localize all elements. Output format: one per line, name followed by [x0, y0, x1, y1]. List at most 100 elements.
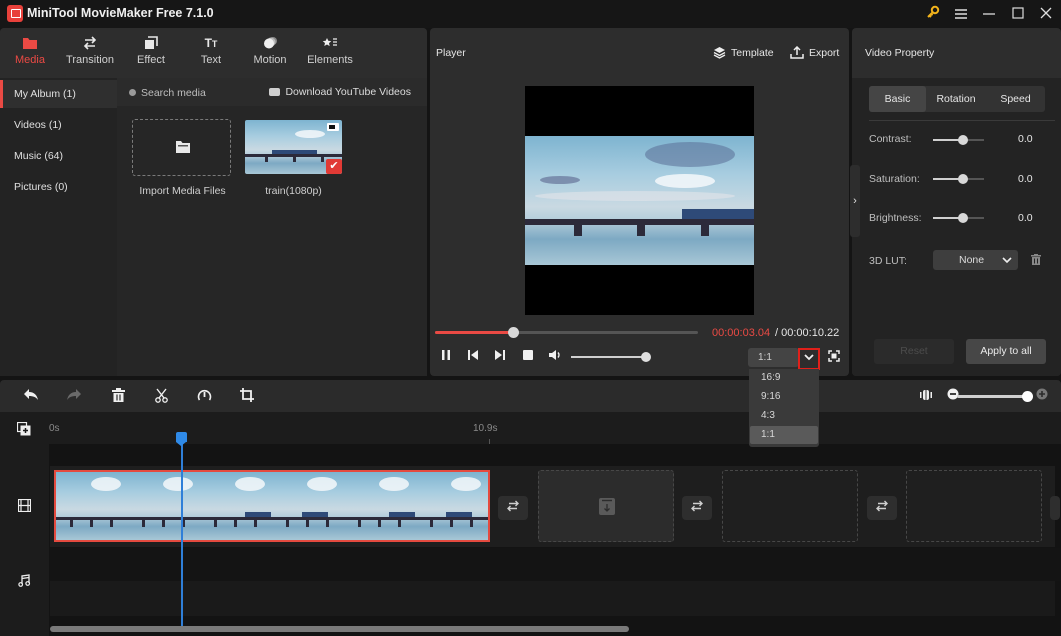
tab-transition[interactable]: Transition: [60, 36, 120, 66]
text-icon: TT: [204, 36, 218, 50]
transition-slot-button[interactable]: [682, 496, 712, 520]
slider-handle[interactable]: [957, 135, 968, 145]
aspect-ratio-dropdown-button[interactable]: [798, 348, 820, 370]
crop-button[interactable]: [239, 388, 255, 404]
video-preview[interactable]: [525, 86, 754, 315]
divider: [869, 120, 1055, 121]
next-frame-button[interactable]: [494, 349, 506, 364]
album-list: My Album (1) Videos (1) Music (64) Pictu…: [0, 78, 117, 376]
empty-media-slot[interactable]: [722, 470, 858, 542]
property-title: Video Property: [865, 47, 935, 59]
key-icon[interactable]: [923, 4, 943, 24]
add-track-button[interactable]: [16, 421, 31, 439]
playhead-line: [181, 436, 183, 628]
playhead-handle[interactable]: [176, 432, 187, 446]
redo-button[interactable]: [66, 388, 82, 404]
slider-handle[interactable]: [957, 213, 968, 223]
import-media-button[interactable]: [132, 119, 231, 176]
app-logo-icon: [7, 5, 23, 22]
lut-select[interactable]: None: [933, 250, 1018, 270]
tab-speed[interactable]: Speed: [986, 86, 1045, 112]
volume-handle[interactable]: [641, 352, 651, 362]
contrast-value: 0.0: [1018, 133, 1033, 145]
preview-frame: [525, 136, 754, 265]
skip-forward-icon: [495, 350, 505, 360]
aspect-option-1-1[interactable]: 1:1: [750, 426, 818, 444]
maximize-icon[interactable]: [1008, 4, 1028, 24]
fullscreen-button[interactable]: [828, 350, 842, 364]
playback-progress-bar[interactable]: [435, 327, 698, 338]
progress-fill: [435, 331, 514, 334]
undo-button[interactable]: [23, 388, 39, 404]
fit-zoom-icon: [920, 390, 932, 400]
aspect-option-4-3[interactable]: 4:3: [750, 407, 818, 425]
stop-button[interactable]: [522, 349, 534, 364]
split-button[interactable]: [153, 388, 169, 404]
template-label: Template: [731, 47, 774, 59]
transition-slot-button[interactable]: [867, 496, 897, 520]
aspect-option-9-16[interactable]: 9:16: [750, 388, 818, 406]
previous-frame-button[interactable]: [467, 349, 479, 364]
delete-button[interactable]: [110, 388, 126, 404]
timeline-zoom-slider[interactable]: [957, 391, 1033, 402]
media-item-label: train(1080p): [265, 185, 322, 197]
export-button[interactable]: Export: [790, 45, 839, 59]
motion-icon: [240, 36, 300, 54]
video-type-icon: [327, 123, 339, 131]
reset-button[interactable]: Reset: [874, 339, 954, 364]
zoom-handle[interactable]: [1022, 391, 1033, 402]
tab-basic[interactable]: Basic: [869, 86, 926, 112]
collapse-property-button[interactable]: ›: [850, 165, 860, 237]
album-item-music[interactable]: Music (64): [0, 142, 117, 170]
album-item-pictures[interactable]: Pictures (0): [0, 173, 117, 201]
volume-slider[interactable]: [571, 352, 651, 362]
search-media-input[interactable]: Search media: [129, 87, 206, 99]
timeline-ruler[interactable]: 0s 10.9s: [0, 412, 1061, 444]
minimize-icon[interactable]: [979, 4, 999, 24]
progress-handle[interactable]: [508, 327, 520, 338]
contrast-slider[interactable]: [933, 135, 984, 145]
speed-button[interactable]: [196, 388, 212, 404]
tab-media[interactable]: Media: [0, 36, 60, 66]
timeline-toolbar: [0, 380, 1061, 412]
video-property-panel: Video Property Basic Rotation Speed Cont…: [852, 28, 1061, 376]
export-icon: [790, 45, 804, 59]
download-youtube-button[interactable]: Download YouTube Videos: [269, 86, 411, 98]
transition-slot-button[interactable]: [498, 496, 528, 520]
layers-icon: [713, 47, 726, 59]
media-item-train[interactable]: ✔: [245, 120, 342, 174]
fit-timeline-button[interactable]: [918, 388, 934, 404]
effect-icon: [121, 36, 181, 54]
clip-frame: [272, 472, 344, 540]
timeline-horizontal-scrollbar[interactable]: [50, 626, 629, 632]
brightness-slider[interactable]: [933, 213, 984, 223]
tab-motion[interactable]: Motion: [240, 36, 300, 66]
volume-button[interactable]: [548, 349, 562, 364]
slider-handle[interactable]: [957, 174, 968, 184]
tab-elements[interactable]: Elements: [300, 36, 360, 66]
audio-track[interactable]: [50, 581, 1055, 616]
folder-icon: [176, 141, 190, 153]
apply-to-all-button[interactable]: Apply to all: [966, 339, 1046, 364]
aspect-ratio-select[interactable]: 1:1: [748, 348, 799, 367]
aspect-option-16-9[interactable]: 16:9: [750, 369, 818, 387]
tab-label: Elements: [307, 54, 353, 66]
close-icon[interactable]: [1036, 4, 1056, 24]
tab-effect[interactable]: Effect: [121, 36, 181, 66]
zoom-in-button[interactable]: [1034, 388, 1050, 404]
album-item-my-album[interactable]: My Album (1): [0, 80, 117, 108]
lut-delete-button[interactable]: [1031, 254, 1041, 265]
tab-rotation[interactable]: Rotation: [926, 86, 986, 112]
drop-media-slot[interactable]: [538, 470, 674, 542]
template-button[interactable]: Template: [713, 46, 774, 59]
pause-button[interactable]: [440, 349, 452, 364]
menu-icon[interactable]: [951, 4, 971, 24]
clip-frame: [56, 472, 128, 540]
video-clip-train[interactable]: [54, 470, 490, 542]
tab-text[interactable]: TT Text: [181, 36, 241, 66]
saturation-slider[interactable]: [933, 174, 984, 184]
tab-label: Media: [15, 54, 45, 66]
transition-slot-button[interactable]: [1050, 496, 1060, 520]
empty-media-slot[interactable]: [906, 470, 1042, 542]
album-item-videos[interactable]: Videos (1): [0, 111, 117, 139]
